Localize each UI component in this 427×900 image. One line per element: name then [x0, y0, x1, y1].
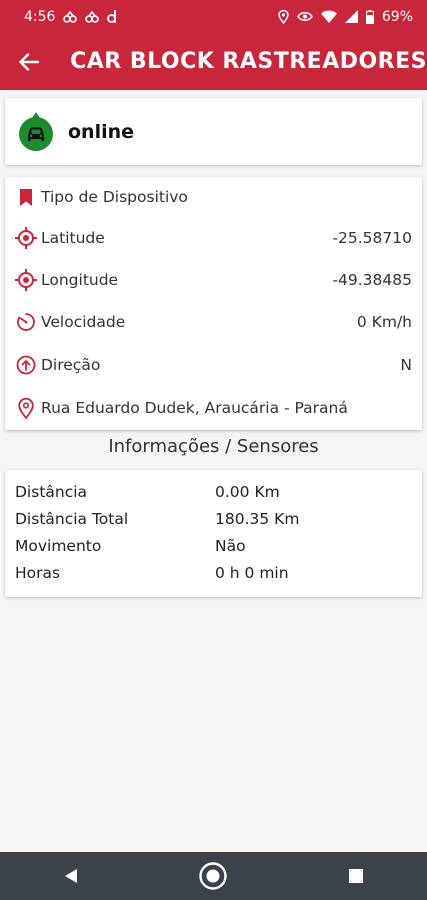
- battery-icon: [365, 9, 374, 24]
- crosshair-icon: [15, 268, 37, 292]
- device-details-card: Tipo de Dispositivo Latitude -25.58710 L…: [5, 177, 422, 430]
- speedometer-icon: [15, 310, 37, 334]
- device-status-card: online: [5, 98, 422, 165]
- sensor-row-distance: Distância 0.00 Km: [15, 481, 280, 503]
- sensor-row-total-distance: Distância Total 180.35 Km: [15, 508, 299, 530]
- speed-row: Velocidade 0 Km/h: [15, 310, 412, 334]
- sensor-label: Movimento: [15, 537, 102, 555]
- longitude-row: Longitude -49.38485: [15, 268, 412, 292]
- signal-icon: [344, 10, 358, 23]
- sensor-label: Distância Total: [15, 510, 129, 528]
- status-left: 4:56: [24, 9, 117, 25]
- direction-label: Direção: [41, 356, 101, 374]
- app-bar: CAR BLOCK RASTREADORES: [0, 33, 427, 90]
- bookmark-icon: [15, 185, 37, 209]
- sensor-label: Distância: [15, 483, 88, 501]
- sensor-value: 0.00 Km: [215, 483, 280, 501]
- latitude-row: Latitude -25.58710: [15, 226, 412, 250]
- arrow-left-icon: [18, 52, 39, 71]
- system-nav-bar: [0, 852, 427, 900]
- status-bar: 4:56 69%: [0, 0, 427, 33]
- sensor-row-movement: Movimento Não: [15, 535, 246, 557]
- latitude-value: -25.58710: [332, 229, 412, 247]
- sensors-card: Distância 0.00 Km Distância Total 180.35…: [5, 470, 422, 597]
- sensor-value: 180.35 Km: [215, 510, 300, 528]
- address-text: Rua Eduardo Dudek, Araucária - Paraná: [41, 399, 348, 417]
- status-right: 69%: [278, 9, 413, 25]
- square-recents-icon: [348, 869, 363, 883]
- device-type-label: Tipo de Dispositivo: [41, 188, 188, 206]
- address-row: Rua Eduardo Dudek, Araucária - Paraná: [15, 396, 412, 420]
- sensor-value: 0 h 0 min: [215, 564, 289, 582]
- car-icon: [19, 111, 53, 151]
- arrow-up-circle-icon: [15, 353, 37, 377]
- latitude-label: Latitude: [41, 229, 105, 247]
- nav-recents-button[interactable]: [336, 856, 376, 896]
- longitude-label: Longitude: [41, 271, 119, 289]
- direction-value: N: [400, 356, 412, 374]
- battery-percent: 69%: [381, 8, 413, 25]
- notification-icon: [85, 10, 100, 23]
- speed-value: 0 Km/h: [356, 313, 412, 331]
- crosshair-icon: [15, 226, 37, 250]
- notification-icon: [63, 10, 78, 23]
- status-time: 4:56: [24, 8, 56, 25]
- nav-home-button[interactable]: [193, 856, 233, 896]
- back-button[interactable]: [16, 47, 41, 77]
- sensor-row-hours: Horas 0 h 0 min: [15, 562, 289, 584]
- home-circle-icon: [199, 862, 228, 890]
- sensor-value: Não: [215, 537, 246, 555]
- page-title: CAR BLOCK RASTREADORES: [70, 49, 427, 74]
- device-type-row: Tipo de Dispositivo: [15, 185, 412, 209]
- wifi-icon: [320, 10, 337, 23]
- sensor-label: Horas: [15, 564, 61, 582]
- direction-row: Direção N: [15, 353, 412, 377]
- location-status-icon: [278, 9, 289, 24]
- map-pin-icon: [15, 396, 37, 420]
- notification-d-icon: [107, 10, 117, 23]
- speed-label: Velocidade: [41, 313, 126, 331]
- device-status-text: online: [68, 120, 135, 143]
- longitude-value: -49.38485: [332, 271, 412, 289]
- triangle-back-icon: [65, 869, 78, 883]
- nav-back-button[interactable]: [51, 856, 91, 896]
- sensors-section-title: Informações / Sensores: [108, 436, 319, 457]
- eye-status-icon: [296, 11, 313, 22]
